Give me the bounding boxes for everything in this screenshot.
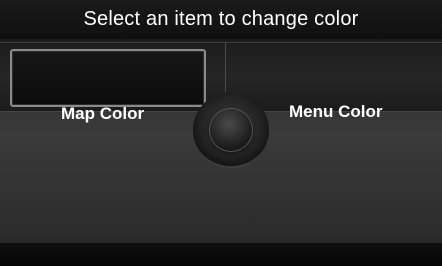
bottom-bar — [0, 243, 442, 266]
map-color-label: Map Color — [61, 104, 145, 123]
page-title: Select an item to change color — [0, 0, 442, 39]
nav-color-screen: Select an item to change color Map Color… — [0, 0, 442, 266]
menu-color-button[interactable]: Menu Color — [289, 102, 383, 122]
map-color-button[interactable] — [10, 49, 206, 107]
dial-icon[interactable] — [210, 109, 252, 151]
